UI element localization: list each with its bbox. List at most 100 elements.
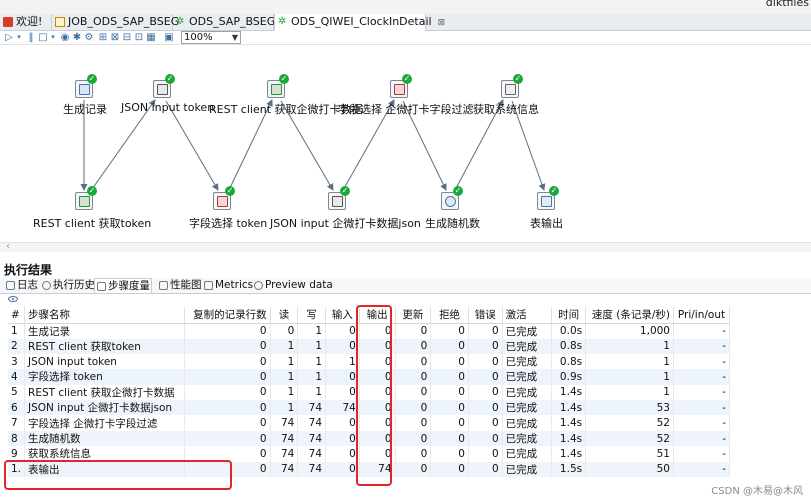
check-icon: ✓ <box>549 186 559 196</box>
table-cell: 0 <box>430 430 469 447</box>
stop-icon[interactable]: □ <box>38 32 48 43</box>
json-input-icon <box>332 196 343 207</box>
replay-icon[interactable]: ⚙ <box>84 32 94 43</box>
snap-grid-icon[interactable]: ▣ <box>164 32 174 43</box>
table-cell: 0 <box>430 338 469 354</box>
table-cell: 0 <box>184 415 271 431</box>
tab-log[interactable]: 日志 <box>4 278 38 293</box>
tab-ods-sap-bseg[interactable]: ✲ ODS_SAP_BSEG <box>173 14 276 31</box>
system-info-icon <box>505 84 516 95</box>
verify-icon[interactable]: ⊞ <box>98 32 108 43</box>
check-icon: ✓ <box>453 186 463 196</box>
step-table-output[interactable]: ✓ <box>537 186 559 212</box>
col-header[interactable]: 速度 (条记录/秒) <box>585 307 674 324</box>
col-header[interactable]: # <box>8 307 26 324</box>
step-select-token[interactable]: ✓ <box>213 186 235 212</box>
table-cell: 0 <box>325 323 360 339</box>
table-cell: 0 <box>325 415 360 431</box>
step-rest-client-qiwei[interactable]: ✓ <box>267 74 289 100</box>
table-cell: 52 <box>585 430 674 447</box>
step-json-input-token[interactable]: ✓ <box>153 74 175 100</box>
col-header[interactable]: 步骤名称 <box>24 307 185 324</box>
tab-history[interactable]: 执行历史 <box>40 278 95 293</box>
table-cell: 1 <box>325 353 360 370</box>
tab-step-metrics[interactable]: 步骤度量 <box>94 278 152 293</box>
step-label: JSON input token <box>121 101 215 114</box>
debug-icon[interactable]: ✱ <box>72 32 82 43</box>
step-system-info[interactable]: ✓ <box>501 74 523 100</box>
table-cell: 已完成 <box>502 415 553 431</box>
table-cell: 0 <box>325 338 360 354</box>
table-cell: 1 <box>585 384 674 401</box>
stop-dropdown-icon[interactable]: ▾ <box>48 32 58 43</box>
table-cell: 74 <box>297 446 327 462</box>
step-random-value[interactable]: ✓ <box>441 186 463 212</box>
run-icon[interactable]: ▷ <box>4 32 14 43</box>
preview-icon[interactable]: ◉ <box>60 32 70 43</box>
table-cell: 0 <box>325 430 360 447</box>
tab-metrics[interactable]: Metrics <box>202 278 253 293</box>
table-output-icon <box>541 196 552 207</box>
col-header[interactable]: 拒绝 <box>430 307 469 324</box>
close-icon[interactable]: ⊠ <box>438 18 446 28</box>
step-select-qiwei-fields[interactable]: ✓ <box>390 74 412 100</box>
col-header[interactable]: 输入 <box>325 307 360 324</box>
step-json-input-qiwei[interactable]: ✓ <box>328 186 350 212</box>
check-icon: ✓ <box>225 186 235 196</box>
tab-label: ODS_SAP_BSEG <box>189 15 276 28</box>
scroll-left-icon[interactable]: ‹ <box>6 241 10 252</box>
table-cell: 0 <box>184 323 271 339</box>
table-cell: 53 <box>585 400 674 416</box>
table-cell: 已完成 <box>502 446 553 462</box>
sql-icon[interactable]: ⊟ <box>122 32 132 43</box>
table-cell: 1.4s <box>551 415 587 431</box>
col-header[interactable]: 时间 <box>551 307 587 324</box>
tab-welcome[interactable]: 欢迎! <box>0 14 52 31</box>
zoom-select[interactable]: 100% ▼ <box>181 31 241 44</box>
explore-db-icon[interactable]: ⊡ <box>134 32 144 43</box>
table-cell: 已完成 <box>502 338 553 354</box>
metrics-icon <box>204 281 213 290</box>
analyze-icon[interactable]: ⊠ <box>110 32 120 43</box>
col-header[interactable]: 写 <box>297 307 327 324</box>
transformation-canvas[interactable]: ✓ 生成记录 ✓ REST client 获取token ✓ JSON inpu… <box>0 45 811 242</box>
table-cell: 0 <box>184 430 271 447</box>
table-cell: 5 <box>8 384 26 401</box>
table-cell: 已完成 <box>502 384 553 401</box>
eye-icon <box>254 281 263 290</box>
zoom-value: 100% <box>184 32 213 43</box>
col-header[interactable]: 更新 <box>395 307 432 324</box>
col-header[interactable]: 激活 <box>502 307 553 324</box>
table-cell: 0 <box>395 415 432 431</box>
table-cell: 0 <box>430 415 469 431</box>
table-cell: 1 <box>270 400 299 416</box>
step-label: 生成随机数 <box>425 217 480 230</box>
table-cell: 1.4s <box>551 446 587 462</box>
table-cell: 6 <box>8 400 26 416</box>
check-icon: ✓ <box>87 74 97 84</box>
tab-ods-qiwei-clockindetail[interactable]: ✲ ODS_QIWEI_ClockInDetail ⊠ <box>274 14 445 31</box>
col-header[interactable]: 读 <box>270 307 299 324</box>
col-header[interactable]: Pri/in/out <box>673 307 731 324</box>
table-cell: 74 <box>297 400 327 416</box>
table-cell: - <box>673 338 731 354</box>
tab-performance-graph[interactable]: 性能图 <box>157 278 202 293</box>
table-cell: 生成随机数 <box>24 430 185 447</box>
run-dropdown-icon[interactable]: ▾ <box>14 32 24 43</box>
step-generate-rows[interactable]: ✓ <box>75 74 97 100</box>
table-cell: 2 <box>8 338 26 354</box>
tab-preview-data[interactable]: Preview data <box>252 278 333 293</box>
col-header[interactable]: 错误 <box>468 307 503 324</box>
pause-icon[interactable]: ‖ <box>26 32 36 43</box>
eye-icon[interactable] <box>8 296 18 302</box>
col-header[interactable]: 复制的记录行数 <box>184 307 271 324</box>
table-cell: - <box>673 446 731 462</box>
tab-job-ods-sap-bseg[interactable]: JOB_ODS_SAP_BSEG <box>52 14 179 31</box>
job-icon <box>55 17 65 27</box>
canvas-scrollbar[interactable]: ‹ <box>0 241 811 252</box>
grid-icon[interactable]: ▦ <box>146 32 156 43</box>
table-cell: 0 <box>430 323 469 339</box>
step-rest-client-token[interactable]: ✓ <box>75 186 97 212</box>
table-cell: 74 <box>297 430 327 447</box>
table-cell: - <box>673 323 731 339</box>
